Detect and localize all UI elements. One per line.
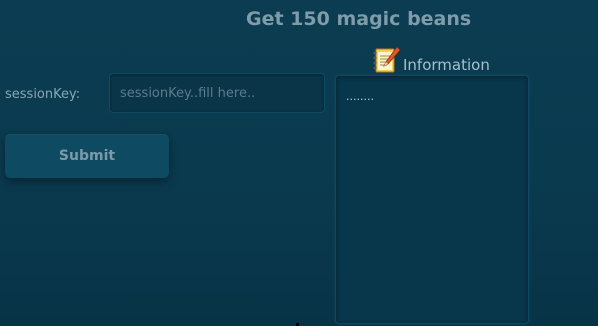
session-key-input[interactable] bbox=[109, 73, 325, 113]
page-title: Get 150 magic beans bbox=[246, 8, 472, 30]
information-textarea[interactable]: ........ bbox=[335, 75, 529, 324]
information-header: Information bbox=[372, 44, 490, 74]
submit-button[interactable]: Submit bbox=[5, 134, 169, 178]
notepad-icon bbox=[373, 46, 401, 73]
information-label: Information bbox=[403, 56, 490, 74]
session-key-label: sessionKey: bbox=[5, 87, 81, 102]
